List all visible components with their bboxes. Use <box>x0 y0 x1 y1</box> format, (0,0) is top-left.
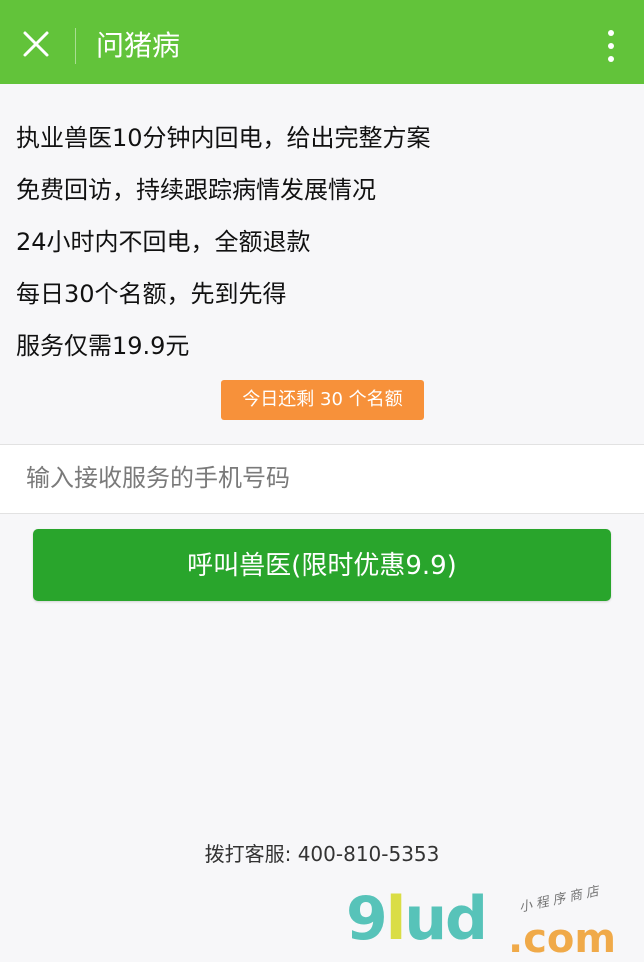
call-vet-button[interactable]: 呼叫兽医(限时优惠9.9) <box>33 529 611 601</box>
feature-item: 执业兽医10分钟内回电，给出完整方案 <box>16 124 431 152</box>
top-navbar: 问猪病 <box>0 0 644 84</box>
phone-number-input[interactable] <box>26 445 626 511</box>
feature-item: 免费回访，持续跟踪病情发展情况 <box>16 176 376 204</box>
feature-item: 服务仅需19.9元 <box>16 332 190 360</box>
more-vertical-icon-dot <box>608 56 614 62</box>
more-menu-button[interactable] <box>596 26 626 66</box>
more-vertical-icon <box>608 30 614 36</box>
more-vertical-icon-dot <box>608 43 614 49</box>
close-button[interactable] <box>14 22 58 66</box>
watermark-logo: 9lud <box>346 884 488 954</box>
phone-input-container <box>0 444 644 514</box>
watermark-logo-text: 9lud <box>346 884 488 954</box>
feature-item: 24小时内不回电，全额退款 <box>16 228 311 256</box>
watermark-domain: .com <box>508 916 617 962</box>
remaining-quota-badge: 今日还剩 30 个名额 <box>221 380 424 420</box>
customer-service-hotline: 拨打客服: 400-810-5353 <box>0 838 644 867</box>
watermark-tagline: 小程序商店 <box>517 883 605 916</box>
site-watermark: 9lud .com 小程序商店 <box>340 883 640 962</box>
close-icon <box>23 31 49 57</box>
service-feature-list: 执业兽医10分钟内回电，给出完整方案 免费回访，持续跟踪病情发展情况 24小时内… <box>16 112 431 372</box>
page-title: 问猪病 <box>96 29 181 62</box>
hotline-label: 拨打客服: <box>204 842 292 866</box>
navbar-divider <box>75 28 76 64</box>
feature-item: 每日30个名额，先到先得 <box>16 280 287 308</box>
hotline-number-link[interactable]: 400-810-5353 <box>298 842 440 866</box>
